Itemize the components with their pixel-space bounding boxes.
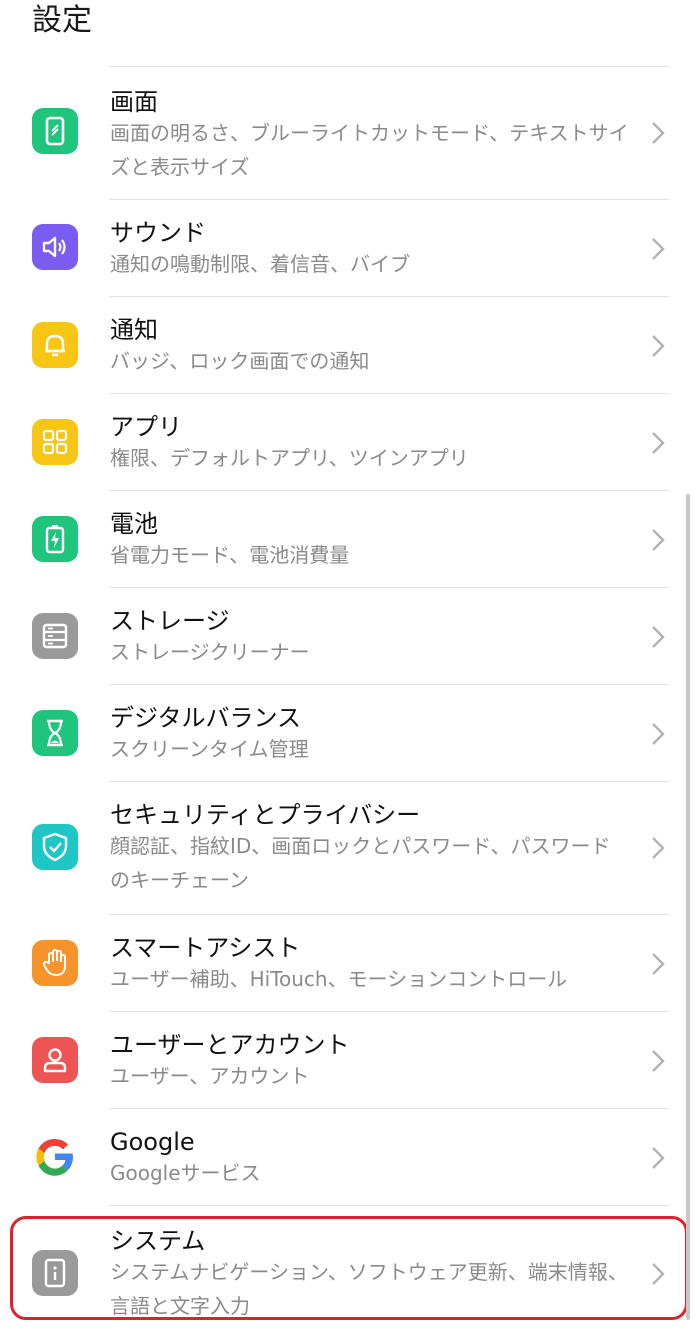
- settings-item-security[interactable]: セキュリティとプライバシー 顔認証、指紋ID、画面ロックとパスワード、パスワード…: [0, 782, 700, 915]
- display-icon: [32, 108, 78, 154]
- storage-icon: [32, 613, 78, 659]
- user-icon: [32, 1037, 78, 1083]
- settings-item-sound[interactable]: サウンド 通知の鳴動制限、着信音、バイブ: [0, 200, 700, 297]
- chevron-right-icon: [652, 953, 665, 975]
- chevron-right-icon: [652, 529, 665, 551]
- settings-item-apps[interactable]: アプリ 権限、デフォルトアプリ、ツインアプリ: [0, 394, 700, 491]
- hourglass-icon: [32, 710, 78, 756]
- item-title: ストレージ: [110, 607, 230, 635]
- item-title: 電池: [110, 510, 158, 538]
- item-title: 通知: [110, 316, 158, 344]
- item-subtitle: ストレージクリーナー: [110, 640, 310, 664]
- item-title: 画面: [110, 88, 158, 116]
- item-subtitle: Googleサービス: [110, 1161, 261, 1185]
- settings-item-notifications[interactable]: 通知 バッジ、ロック画面での通知: [0, 297, 700, 394]
- settings-item-battery[interactable]: 電池 省電力モード、電池消費量: [0, 491, 700, 588]
- item-subtitle: 顔認証、指紋ID、画面ロックとパスワード、パスワードのキーチェーン: [110, 834, 611, 892]
- item-title: セキュリティとプライバシー: [110, 801, 421, 829]
- item-subtitle: 画面の明るさ、ブルーライトカットモード、テキストサイズと表示サイズ: [110, 121, 629, 179]
- scrollbar[interactable]: [686, 494, 690, 1320]
- item-title: スマートアシスト: [110, 934, 301, 962]
- item-subtitle: スクリーンタイム管理: [110, 737, 309, 761]
- item-title: Google: [110, 1128, 195, 1156]
- chevron-right-icon: [652, 432, 665, 454]
- hand-icon: [32, 940, 78, 986]
- chevron-right-icon: [652, 335, 665, 357]
- battery-icon: [32, 516, 78, 562]
- settings-item-storage[interactable]: ストレージ ストレージクリーナー: [0, 588, 700, 685]
- settings-list: 画面 画面の明るさ、ブルーライトカットモード、テキストサイズと表示サイズ サウン…: [0, 67, 700, 1331]
- settings-item-users-accounts[interactable]: ユーザーとアカウント ユーザー、アカウント: [0, 1012, 700, 1109]
- settings-item-display[interactable]: 画面 画面の明るさ、ブルーライトカットモード、テキストサイズと表示サイズ: [0, 67, 700, 200]
- item-subtitle: バッジ、ロック画面での通知: [110, 349, 370, 373]
- item-title: アプリ: [110, 413, 182, 441]
- chevron-right-icon: [652, 1147, 665, 1169]
- item-subtitle: 権限、デフォルトアプリ、ツインアプリ: [110, 446, 469, 470]
- chevron-right-icon: [652, 626, 665, 648]
- item-title: サウンド: [110, 219, 206, 247]
- settings-item-smart-assist[interactable]: スマートアシスト ユーザー補助、HiTouch、モーションコントロール: [0, 915, 700, 1012]
- bell-icon: [32, 322, 78, 368]
- chevron-right-icon: [652, 238, 665, 260]
- settings-item-digital-balance[interactable]: デジタルバランス スクリーンタイム管理: [0, 685, 700, 782]
- item-subtitle: 通知の鳴動制限、着信音、バイブ: [110, 252, 410, 276]
- settings-item-google[interactable]: Google Googleサービス: [0, 1109, 700, 1206]
- chevron-right-icon: [652, 723, 665, 745]
- speaker-icon: [32, 224, 78, 270]
- item-title: ユーザーとアカウント: [110, 1031, 350, 1059]
- page-title: 設定: [32, 3, 92, 38]
- highlight-box: [10, 1216, 688, 1320]
- shield-icon: [32, 824, 78, 870]
- item-subtitle: ユーザー補助、HiTouch、モーションコントロール: [110, 967, 568, 991]
- google-logo-icon: [32, 1134, 78, 1180]
- item-title: デジタルバランス: [110, 704, 302, 732]
- item-subtitle: 省電力モード、電池消費量: [110, 543, 350, 567]
- chevron-right-icon: [652, 122, 665, 144]
- chevron-right-icon: [652, 1050, 665, 1072]
- chevron-right-icon: [652, 837, 665, 859]
- apps-grid-icon: [32, 419, 78, 465]
- item-subtitle: ユーザー、アカウント: [110, 1064, 310, 1088]
